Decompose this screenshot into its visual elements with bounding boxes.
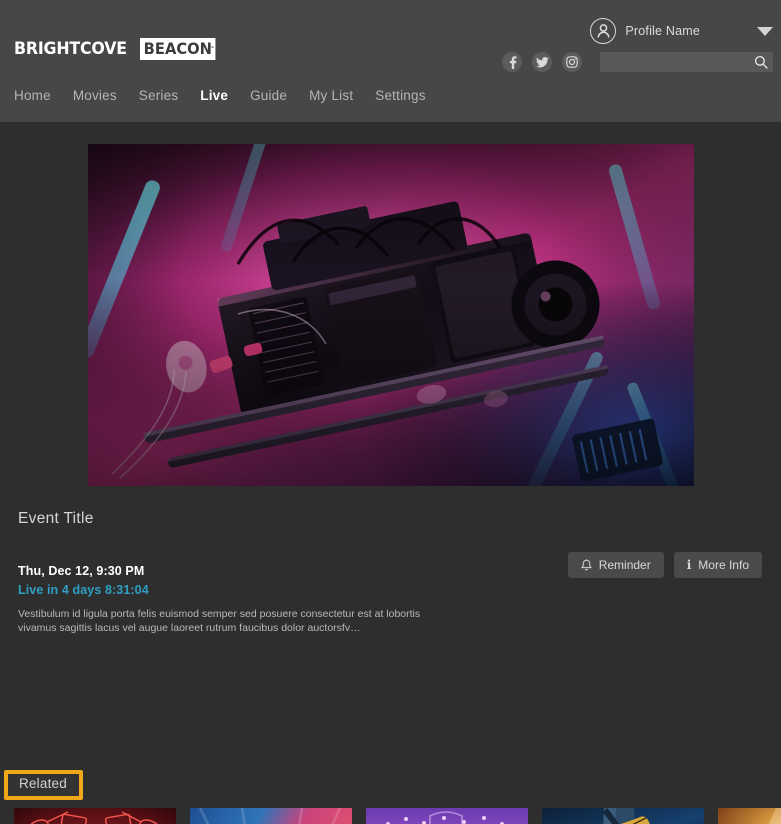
event-description: Vestibulum id ligula porta felis euismod…	[18, 607, 424, 635]
bell-icon	[581, 559, 592, 572]
twitter-icon[interactable]	[532, 52, 552, 72]
list-item[interactable]: Title	[542, 808, 704, 824]
main-navigation: Home Movies Series Live Guide My List Se…	[14, 88, 426, 103]
hero-video-player[interactable]	[88, 144, 694, 486]
nav-item-guide[interactable]: Guide	[250, 88, 287, 103]
event-countdown: Live in 4 days 8:31:04	[18, 583, 149, 597]
site-header: BRIGHTCOVE BEACON ™ Profile Name	[0, 0, 781, 122]
info-icon: i	[687, 558, 692, 572]
related-section-highlight: Related	[4, 770, 83, 800]
hero-image	[88, 144, 694, 486]
list-item[interactable]: Title	[190, 808, 352, 824]
logo-secondary-label: BEACON	[144, 39, 212, 58]
logo-secondary-text: BEACON ™	[140, 38, 216, 60]
profile-menu[interactable]: Profile Name	[590, 18, 773, 44]
thumbnail-image	[190, 808, 352, 824]
related-thumbnail-strip: Title	[14, 808, 781, 824]
trademark-mark: ™	[211, 39, 216, 60]
thumbnail-image	[366, 808, 528, 824]
thumbnail-image	[718, 808, 781, 824]
reminder-button[interactable]: Reminder	[568, 552, 664, 578]
chevron-down-icon[interactable]	[757, 27, 773, 36]
search-box[interactable]	[600, 52, 773, 72]
user-avatar-icon	[590, 18, 616, 44]
nav-item-my-list[interactable]: My List	[309, 88, 353, 103]
instagram-icon[interactable]	[562, 52, 582, 72]
search-input[interactable]	[600, 52, 773, 72]
facebook-icon[interactable]	[502, 52, 522, 72]
event-action-buttons: Reminder i More Info	[568, 552, 762, 578]
nav-item-settings[interactable]: Settings	[375, 88, 425, 103]
thumbnail-image	[14, 808, 176, 824]
nav-item-movies[interactable]: Movies	[73, 88, 117, 103]
list-item[interactable]: Title	[366, 808, 528, 824]
search-icon[interactable]	[754, 55, 768, 74]
event-date: Thu, Dec 12, 9:30 PM	[18, 564, 144, 578]
brightcove-beacon-logo[interactable]: BRIGHTCOVE BEACON ™	[14, 38, 223, 60]
thumbnail-image	[542, 808, 704, 824]
list-item[interactable]: Title	[14, 808, 176, 824]
profile-name-label: Profile Name	[625, 24, 700, 38]
list-item[interactable]: Title	[718, 808, 781, 824]
logo-primary-text: BRIGHTCOVE	[14, 38, 127, 60]
main-content: Event Title Thu, Dec 12, 9:30 PM Live in…	[0, 122, 781, 812]
related-heading: Related	[19, 776, 67, 791]
event-title: Event Title	[18, 510, 94, 528]
nav-item-series[interactable]: Series	[139, 88, 178, 103]
more-info-button[interactable]: i More Info	[674, 552, 762, 578]
nav-item-home[interactable]: Home	[14, 88, 51, 103]
header-utility-row	[502, 52, 773, 72]
more-info-button-label: More Info	[698, 558, 749, 572]
reminder-button-label: Reminder	[599, 558, 651, 572]
nav-item-live[interactable]: Live	[200, 88, 228, 103]
